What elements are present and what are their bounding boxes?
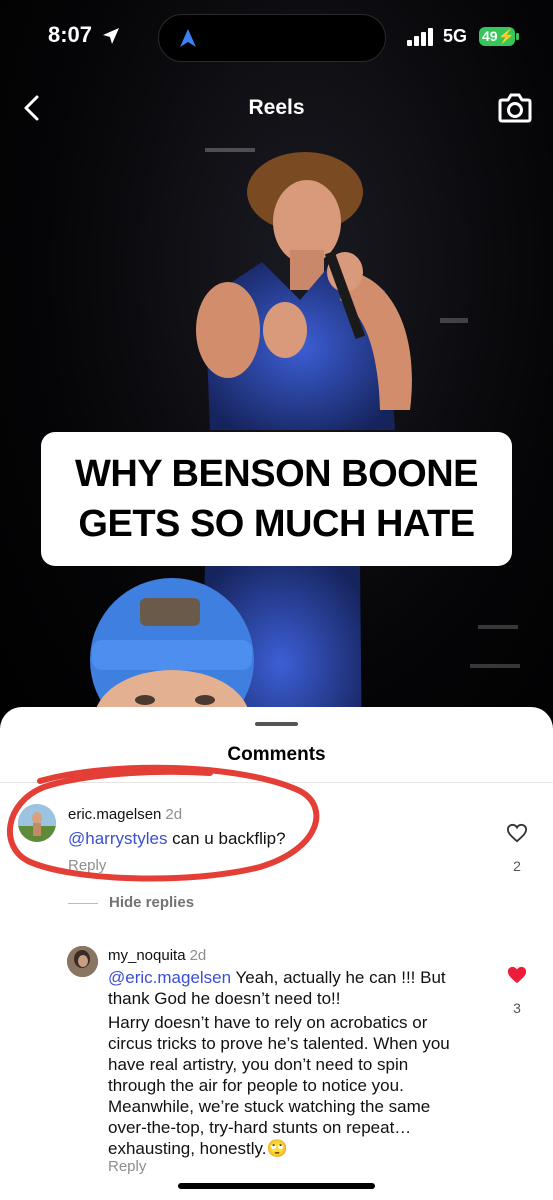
like-count: 3 [513,1000,521,1016]
mention-link[interactable]: @eric.magelsen [108,968,231,987]
status-bar: 8:07 5G 49⚡ [0,0,553,76]
comments-sheet[interactable]: Comments eric.magelsen 2d @harrystyles ca… [0,707,553,1200]
battery-icon: 49⚡ [479,27,515,46]
comment-text: @harrystyles can u backflip? [68,828,478,849]
like-count: 2 [513,858,521,874]
navigation-arrow-icon [180,29,196,47]
reply-text-continued: Harry doesn’t have to rely on acrobatics… [108,1012,470,1159]
location-arrow-icon [103,28,119,44]
charging-bolt-icon: ⚡ [497,28,516,44]
avatar[interactable] [67,946,98,977]
username-text[interactable]: eric.magelsen [68,806,161,823]
dynamic-island[interactable] [158,14,386,62]
home-indicator[interactable] [178,1183,375,1189]
thread-line [68,903,98,904]
reply-timestamp: 2d [189,947,207,964]
mention-link[interactable]: @harrystyles [68,829,167,848]
signal-icon [407,28,433,46]
eye-roll-emoji: 🙄 [266,1139,288,1158]
caption-line-1: WHY BENSON BOONE [74,453,479,495]
caption-line-2: GETS SO MUCH HATE [78,503,475,545]
avatar-photo [18,804,56,842]
hide-replies-button[interactable]: Hide replies [109,894,194,911]
page-title: Reels [248,96,305,119]
reply-username[interactable]: my_noquita 2d [108,947,206,964]
avatar-photo [67,946,98,977]
heart-icon[interactable] [506,823,528,843]
reply-text: @eric.magelsen Yeah, actually he can !!!… [108,967,470,1009]
comment-timestamp: 2d [165,806,183,823]
reply-button[interactable]: Reply [68,857,106,874]
avatar[interactable] [18,804,56,842]
comments-title: Comments [227,744,326,765]
video-caption: WHY BENSON BOONE GETS SO MUCH HATE [41,432,512,566]
camera-icon[interactable] [498,92,532,124]
status-time: 8:07 [48,22,93,47]
network-type: 5G [443,26,468,46]
sheet-grabber[interactable] [255,722,298,726]
battery-level: 49 [482,28,498,44]
comment-body: can u backflip? [167,829,286,848]
divider [0,782,553,783]
reply-button[interactable]: Reply [108,1158,146,1175]
username-text[interactable]: my_noquita [108,947,186,964]
comment-username[interactable]: eric.magelsen 2d [68,806,182,823]
heart-filled-icon[interactable] [506,965,528,985]
battery-cap [516,33,519,40]
reply-body-2: Harry doesn’t have to rely on acrobatics… [108,1013,450,1158]
